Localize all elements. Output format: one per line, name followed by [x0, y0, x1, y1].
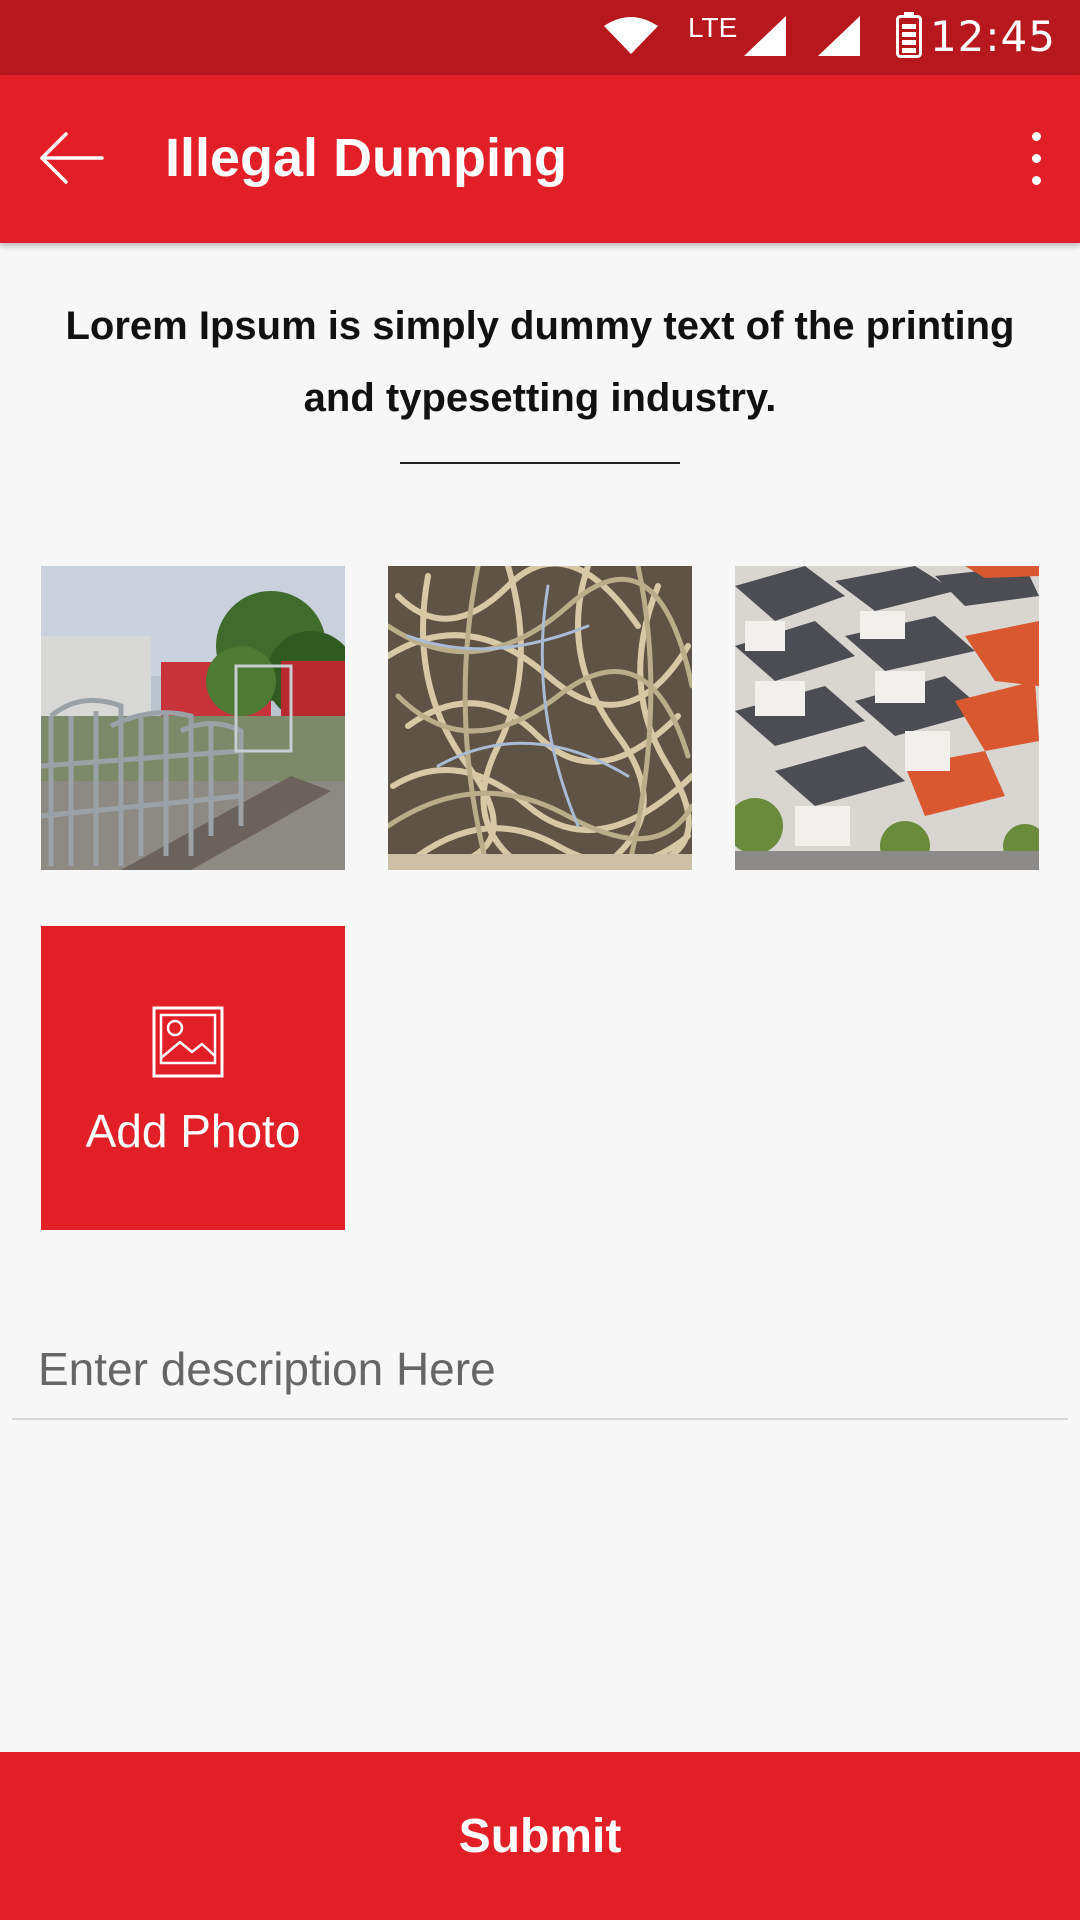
- wifi-icon: [604, 17, 658, 54]
- more-vert-icon: [1032, 132, 1041, 141]
- signal-lte-icon: [744, 16, 786, 56]
- description-input[interactable]: [12, 1320, 1068, 1420]
- submit-button[interactable]: Submit: [0, 1752, 1080, 1920]
- photo-thumbnail[interactable]: [735, 566, 1039, 870]
- app-bar: Illegal Dumping: [0, 75, 1080, 243]
- page-title: Illegal Dumping: [165, 128, 568, 188]
- clock: 12:45: [929, 12, 1056, 61]
- back-button[interactable]: [36, 127, 106, 189]
- battery-icon: [896, 12, 922, 58]
- add-photo-label: Add Photo: [85, 1105, 301, 1157]
- add-photo-button[interactable]: Add Photo: [41, 926, 345, 1230]
- divider: [400, 462, 680, 464]
- photo-thumbnail[interactable]: [388, 566, 692, 870]
- status-bar: LTE 12:45: [0, 0, 1080, 75]
- photo-thumbnail[interactable]: [41, 566, 345, 870]
- image-icon: [152, 1006, 224, 1078]
- network-type-label: LTE: [688, 12, 738, 43]
- more-options-button[interactable]: [1006, 123, 1066, 193]
- intro-headline: Lorem Ipsum is simply dummy text of the …: [65, 304, 1015, 420]
- signal-icon: [818, 16, 860, 56]
- arrow-back-icon: [40, 132, 104, 184]
